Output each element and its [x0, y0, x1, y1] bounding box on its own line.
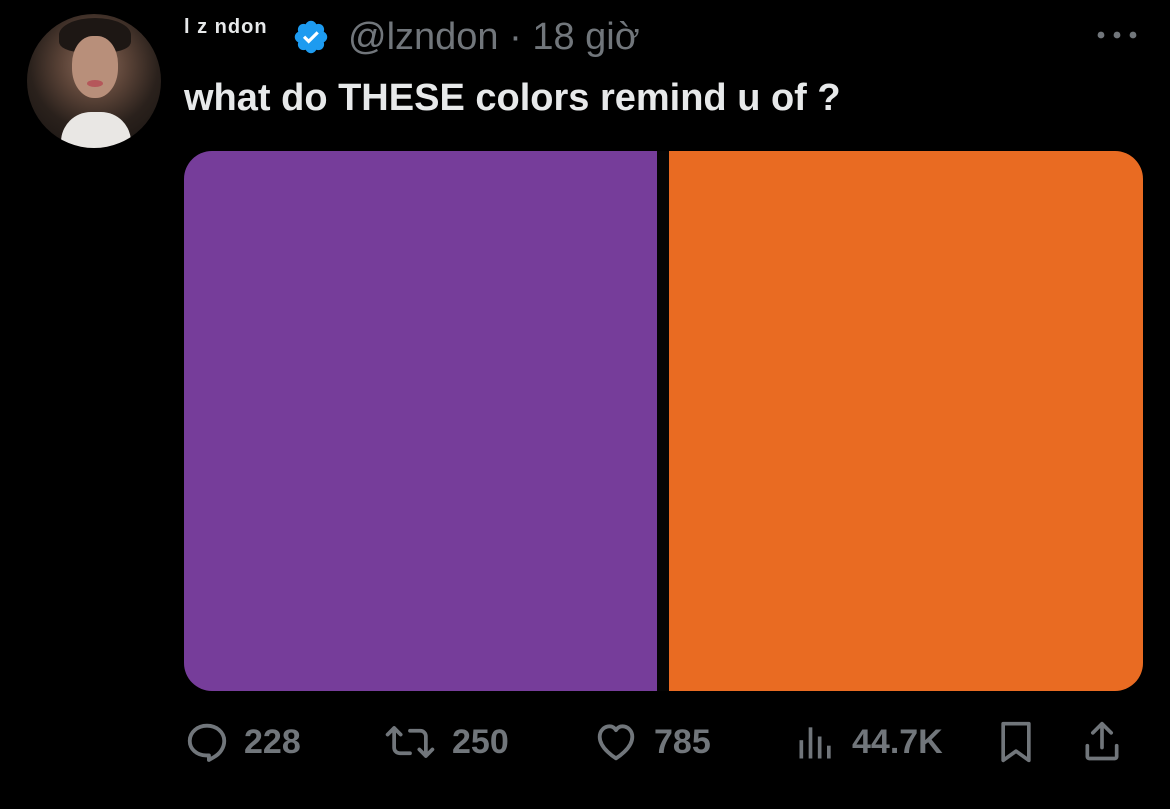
avatar-shirt: [61, 112, 131, 148]
avatar-face: [72, 36, 118, 98]
author-handle-and-time[interactable]: @lzndon · 18 giờ: [348, 14, 640, 60]
reply-button[interactable]: 228: [184, 712, 301, 772]
retweet-icon: [385, 726, 435, 758]
tweet-action-bar: 228 250 785 44.7K: [184, 712, 1144, 772]
reply-icon: [187, 723, 227, 762]
share-icon: [1085, 721, 1119, 761]
orange-swatch: [669, 151, 1143, 691]
tweet-media-image[interactable]: [184, 151, 1143, 691]
purple-swatch: [184, 151, 657, 691]
views-bar-chart-icon: [799, 727, 831, 759]
retweet-count: 250: [452, 722, 509, 761]
tweet-text: what do THESE colors remind u of ?: [184, 77, 841, 119]
swatch-divider: [657, 151, 669, 691]
bookmark-icon: [1001, 721, 1031, 763]
more-options-icon[interactable]: [1094, 25, 1140, 45]
reply-count: 228: [244, 722, 301, 761]
bookmark-button[interactable]: [994, 712, 1038, 772]
views-button[interactable]: 44.7K: [794, 712, 943, 772]
heart-icon: [597, 724, 635, 761]
author-avatar[interactable]: [27, 14, 161, 148]
like-button[interactable]: 785: [592, 712, 711, 772]
avatar-lips: [87, 80, 103, 87]
like-count: 785: [654, 722, 711, 761]
author-display-name[interactable]: l z ndon: [184, 16, 268, 39]
share-button[interactable]: [1080, 712, 1124, 772]
view-count: 44.7K: [852, 722, 943, 761]
retweet-button[interactable]: 250: [382, 712, 509, 772]
verified-badge-icon: [294, 20, 328, 54]
